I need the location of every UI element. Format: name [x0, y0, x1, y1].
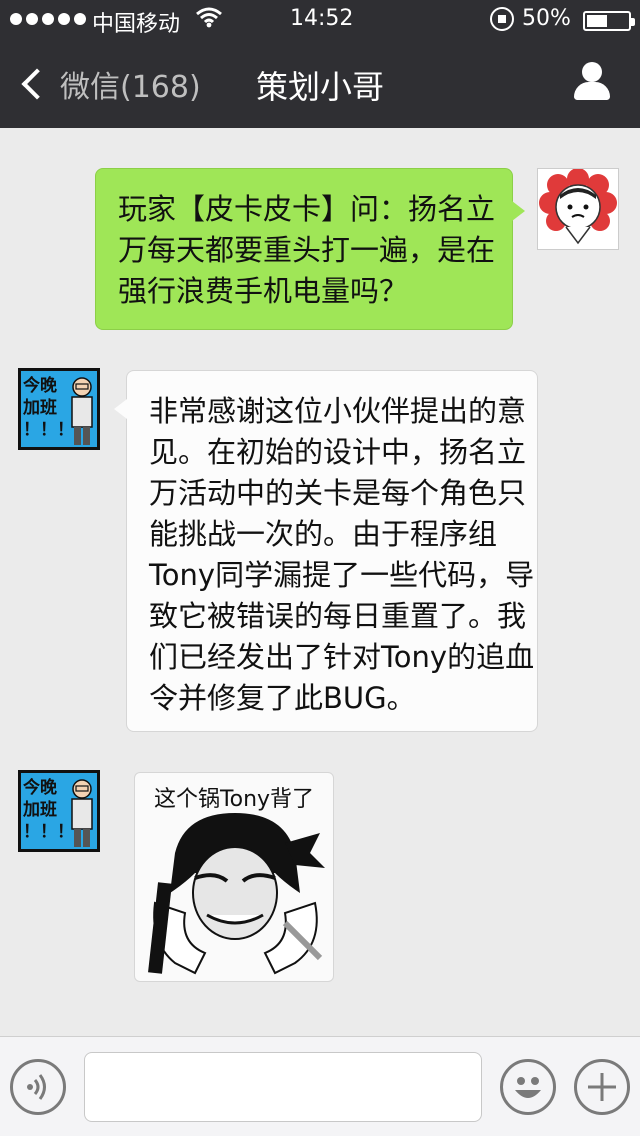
plus-button[interactable] — [574, 1059, 630, 1115]
clock: 14:52 — [290, 6, 354, 31]
message-line: 见。在初始的设计中，扬名立 — [149, 435, 527, 469]
chat-area[interactable]: 玩家【皮卡皮卡】问：扬名立 万每天都要重头打一遍，是在 强行浪费手机电量吗？ 今… — [0, 128, 640, 1036]
avatar-text: 加班 — [23, 800, 57, 820]
message-line: 万活动中的关卡是每个角色只 — [149, 476, 527, 510]
message-line: 能挑战一次的。由于程序组 — [149, 517, 498, 551]
message-input[interactable] — [84, 1052, 482, 1122]
signal-dots-icon — [10, 13, 86, 25]
avatar-text: 加班 — [23, 398, 57, 418]
battery-percent: 50% — [522, 6, 571, 31]
battery-icon — [583, 11, 635, 31]
sender-avatar[interactable]: 今晚 加班 ！！！ — [18, 770, 100, 852]
man-figure-icon — [71, 779, 93, 847]
avatar-text: 今晚 — [23, 778, 57, 798]
message-line: 玩家【皮卡皮卡】问：扬名立 — [118, 192, 496, 226]
top-bar: 中国移动 14:52 50% 微信(168) 策划小哥 — [0, 0, 640, 128]
page-title: 策划小哥 — [255, 68, 384, 106]
sticker-message[interactable]: 这个锅Tony背了 — [134, 772, 334, 982]
message-line: 万每天都要重头打一遍，是在 — [118, 233, 496, 267]
status-bar: 中国移动 14:52 50% — [0, 0, 640, 40]
carrier-label: 中国移动 — [92, 12, 181, 37]
message-line: Tony同学漏提了一些代码，导 — [149, 558, 535, 592]
message-line: 令并修复了此BUG。 — [149, 681, 416, 715]
my-avatar[interactable] — [537, 168, 619, 250]
wifi-icon — [196, 6, 222, 34]
emoji-icon — [515, 1077, 541, 1098]
input-bar — [0, 1036, 640, 1136]
nav-bar: 微信(168) 策划小哥 — [0, 40, 640, 128]
message-line: 强行浪费手机电量吗？ — [118, 274, 409, 308]
profile-icon[interactable] — [572, 62, 612, 102]
plus-icon — [588, 1073, 616, 1101]
my-message-bubble[interactable]: 玩家【皮卡皮卡】问：扬名立 万每天都要重头打一遍，是在 强行浪费手机电量吗？ — [95, 168, 525, 330]
message-line: 们已经发出了针对Tony的追血 — [149, 640, 535, 674]
their-message-bubble[interactable]: 非常感谢这位小伙伴提出的意 见。在初始的设计中，扬名立 万活动中的关卡是每个角色… — [114, 370, 538, 732]
voice-button[interactable] — [10, 1059, 66, 1115]
message-line: 致它被错误的每日重置了。我 — [149, 599, 527, 633]
sender-avatar[interactable]: 今晚 加班 ！！！ — [18, 368, 100, 450]
man-figure-icon — [71, 377, 93, 445]
sticker-caption: 这个锅Tony背了 — [153, 787, 315, 812]
voice-icon — [27, 1074, 46, 1100]
message-line: 非常感谢这位小伙伴提出的意 — [149, 394, 527, 428]
rotation-lock-icon — [490, 7, 514, 31]
avatar-text: 今晚 — [23, 376, 57, 396]
emoji-button[interactable] — [500, 1059, 556, 1115]
